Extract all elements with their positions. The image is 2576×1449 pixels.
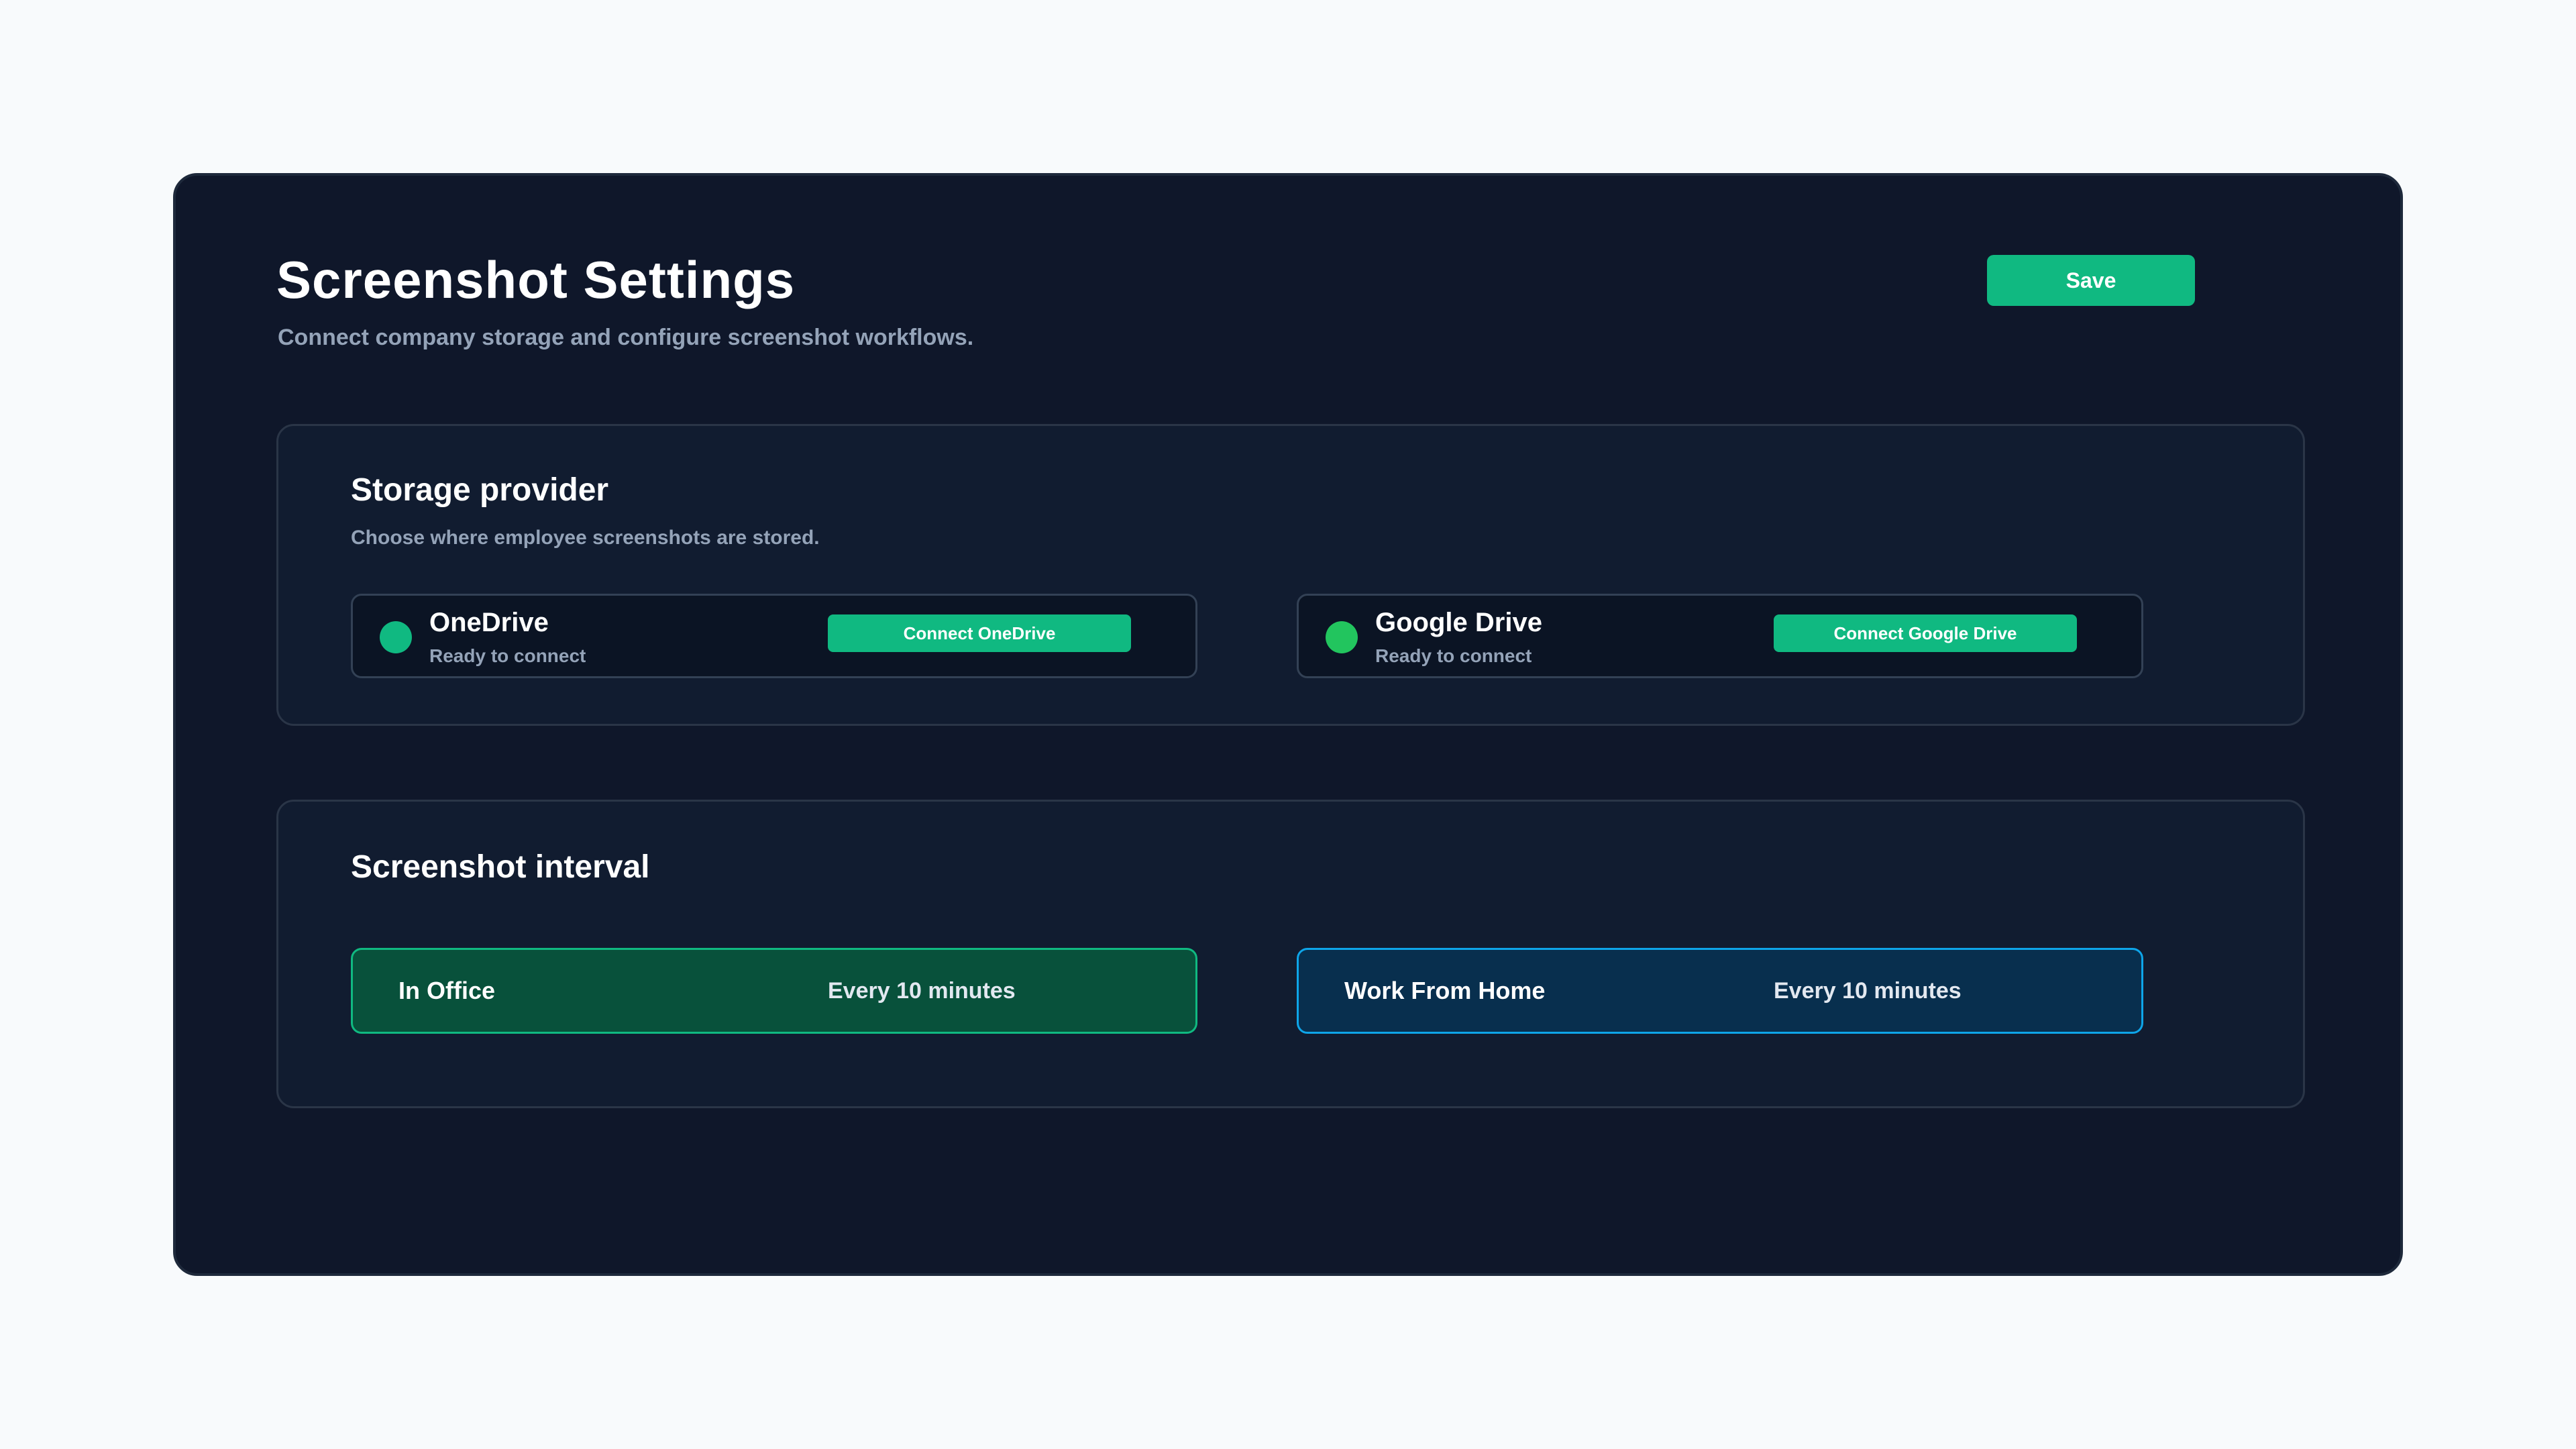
status-dot-icon	[380, 621, 412, 653]
storage-provider-card: Storage provider Choose where employee s…	[276, 424, 2305, 726]
screenshot-interval-card: Screenshot interval In Office Every 10 m…	[276, 800, 2305, 1108]
save-button[interactable]: Save	[1987, 255, 2195, 306]
provider-status: Ready to connect	[429, 645, 586, 666]
provider-name: Google Drive	[1375, 608, 1542, 637]
status-dot-icon	[1326, 621, 1358, 653]
page-subtitle: Connect company storage and configure sc…	[278, 325, 974, 350]
interval-label: In Office	[398, 977, 496, 1004]
interval-value: Every 10 minutes	[828, 978, 1016, 1004]
interval-row-work-from-home[interactable]: Work From Home Every 10 minutes	[1297, 948, 2143, 1034]
storage-provider-subtitle: Choose where employee screenshots are st…	[351, 527, 820, 549]
interval-label: Work From Home	[1344, 977, 1546, 1004]
provider-name: OneDrive	[429, 608, 549, 637]
settings-panel: Screenshot Settings Connect company stor…	[173, 173, 2403, 1276]
page-title: Screenshot Settings	[276, 250, 796, 309]
provider-onedrive: OneDrive Ready to connect Connect OneDri…	[351, 594, 1197, 678]
interval-row-in-office[interactable]: In Office Every 10 minutes	[351, 948, 1197, 1034]
storage-provider-title: Storage provider	[351, 472, 609, 508]
provider-status: Ready to connect	[1375, 645, 1532, 666]
connect-google-drive-button[interactable]: Connect Google Drive	[1774, 614, 2077, 652]
connect-onedrive-button[interactable]: Connect OneDrive	[828, 614, 1131, 652]
interval-value: Every 10 minutes	[1774, 978, 1962, 1004]
provider-google-drive: Google Drive Ready to connect Connect Go…	[1297, 594, 2143, 678]
screenshot-interval-title: Screenshot interval	[351, 849, 650, 885]
